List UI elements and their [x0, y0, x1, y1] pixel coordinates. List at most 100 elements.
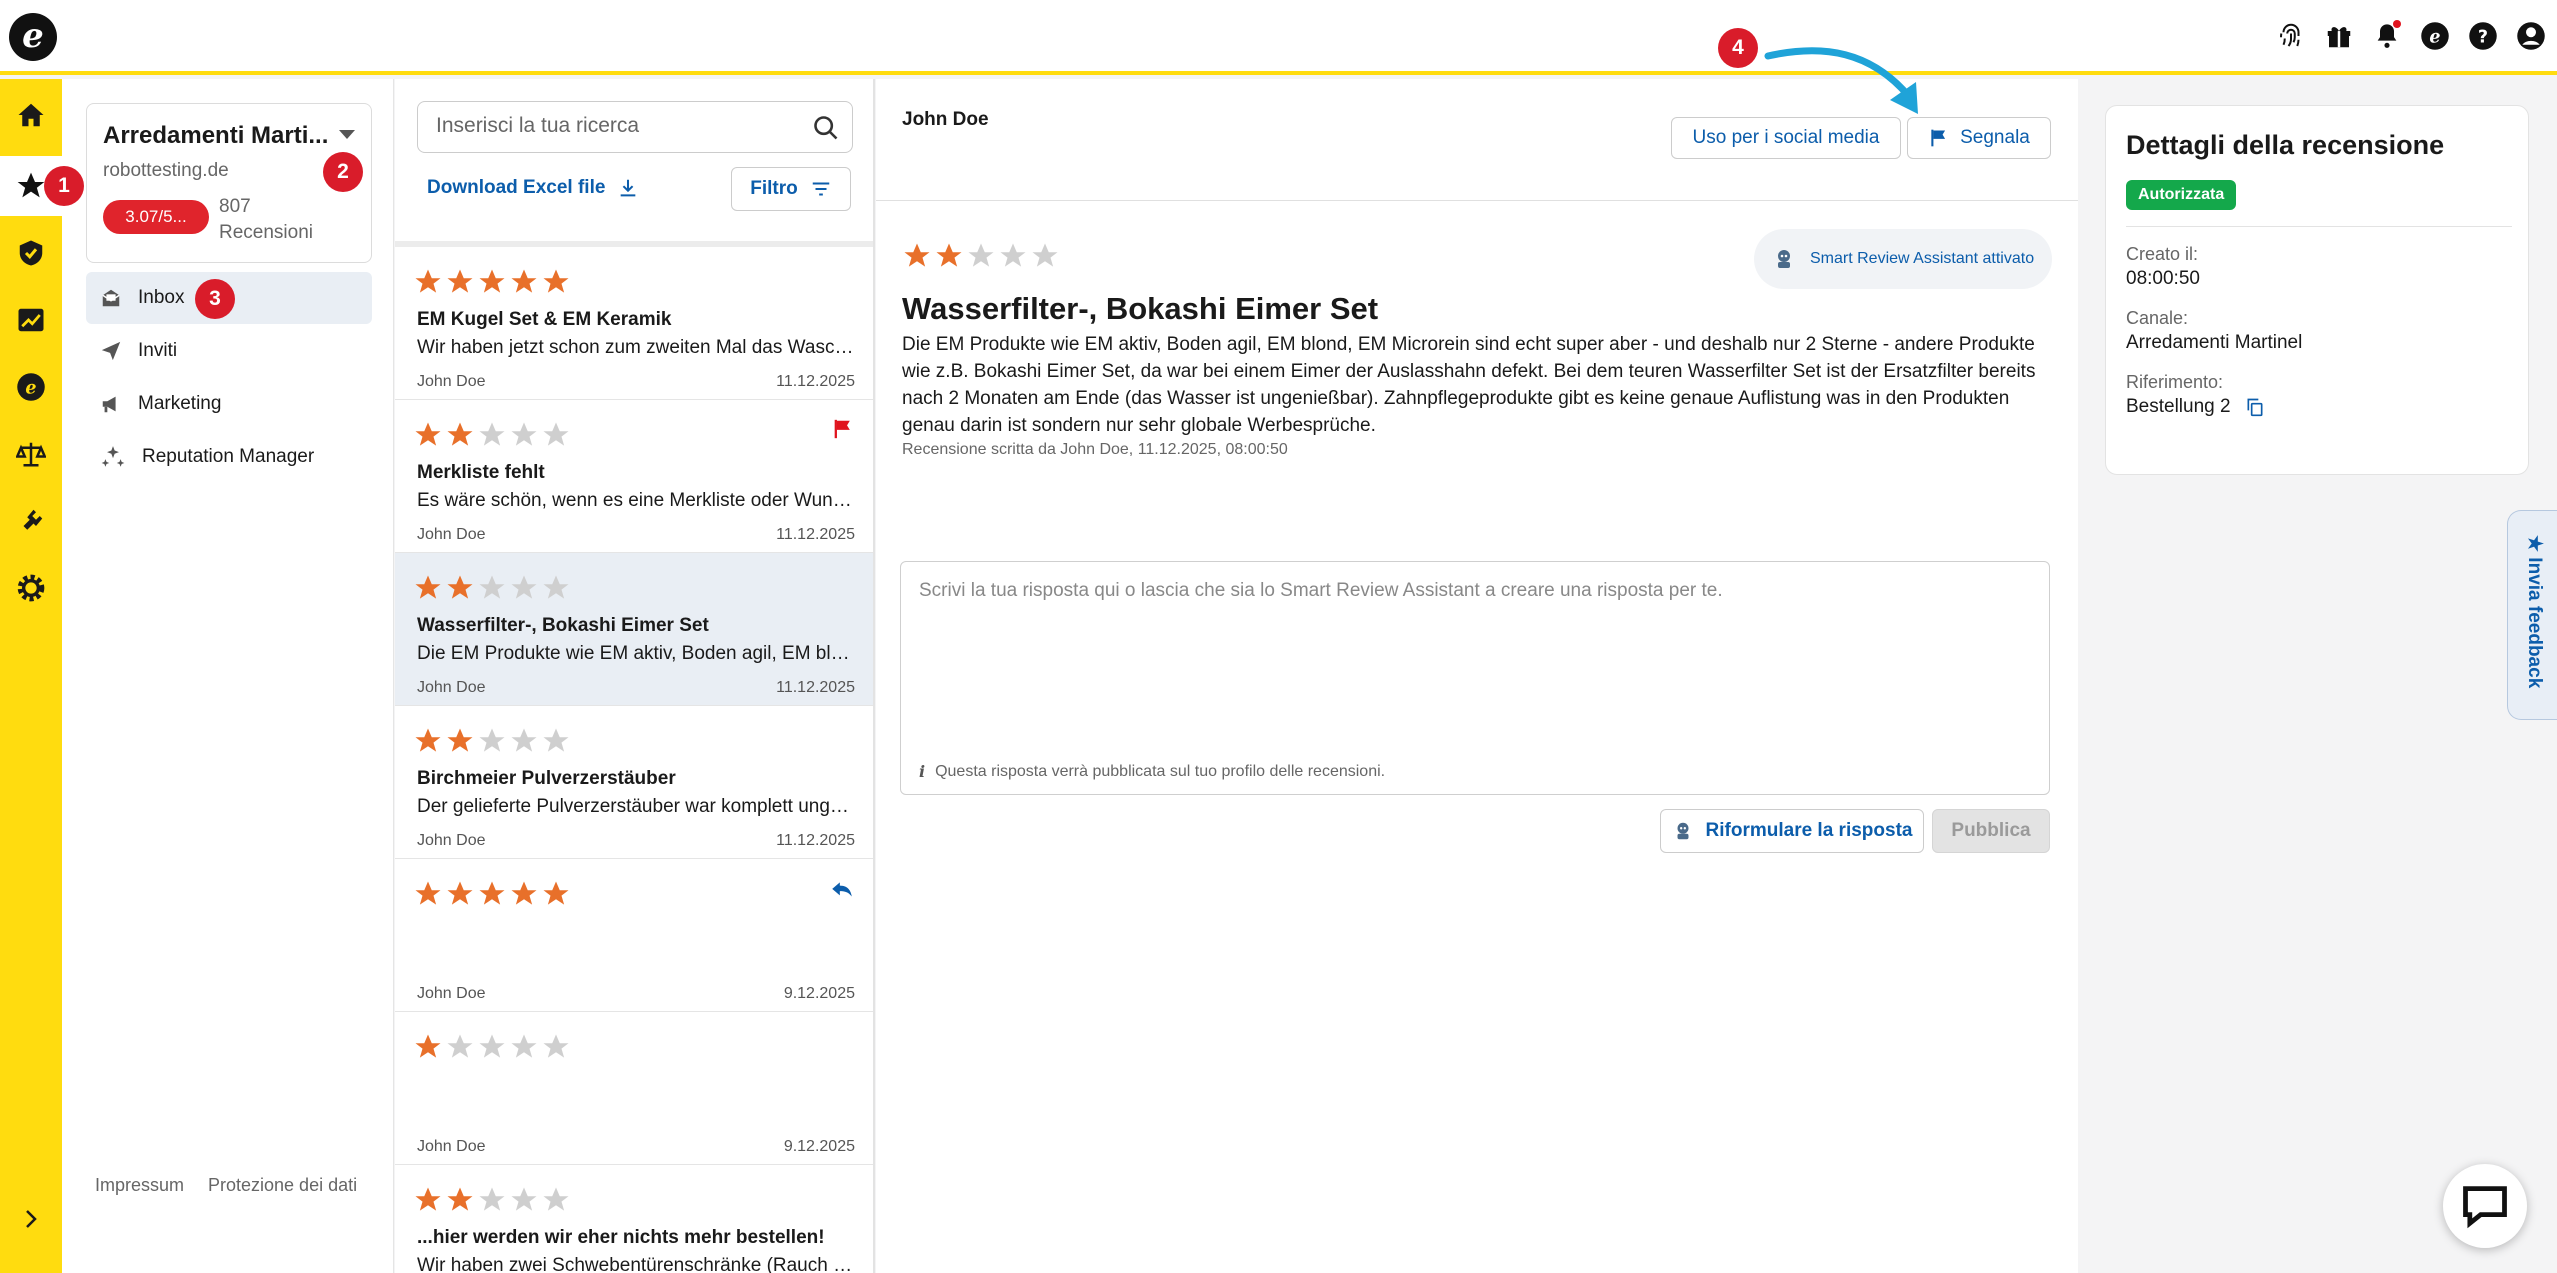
account-icon[interactable] [2515, 20, 2547, 52]
star-empty-icon [541, 575, 573, 607]
review-item-title: ...hier werden wir eher nichts mehr best… [417, 1227, 825, 1248]
etrusted-logo[interactable]: e [9, 13, 57, 61]
score-badge: 3.07/5... [103, 200, 209, 234]
review-list-item[interactable]: Birchmeier Pulverzerstäuber Der geliefert… [395, 706, 873, 859]
review-list-item[interactable]: Merkliste fehlt Es wäre schön, wenn es ei… [395, 400, 873, 553]
svg-text:e: e [25, 378, 36, 398]
fingerprint-icon[interactable] [2275, 20, 2307, 52]
etrusted-icon[interactable]: e [0, 357, 62, 417]
etrusted-icon[interactable]: e [2419, 20, 2451, 52]
annotation-badge-4: 4 [1718, 28, 1758, 68]
privacy-link[interactable]: Protezione dei dati [208, 1169, 358, 1201]
chat-bubble-button[interactable] [2443, 1164, 2527, 1248]
review-details-card: Dettagli della recensione Autorizzata Cr… [2105, 105, 2529, 475]
channel-value: Arredamenti Martinel [2126, 332, 2303, 353]
reply-box: i Questa risposta verrà pubblicata sul t… [900, 561, 2050, 795]
help-icon[interactable]: ? [2467, 20, 2499, 52]
review-item-title: Wasserfilter-, Bokashi Eimer Set [417, 615, 709, 636]
review-list: EM Kugel Set & EM Keramik Wir haben jetzt… [395, 247, 873, 1273]
review-item-date: 11.12.2025 [776, 373, 855, 390]
nav-item-label: Reputation Manager [142, 446, 315, 467]
rephrase-button[interactable]: Riformulare la risposta [1660, 809, 1924, 853]
review-item-title: Merkliste fehlt [417, 462, 545, 483]
rating-stars [413, 420, 573, 455]
search-icon[interactable] [812, 114, 840, 142]
account-domain: robottesting.de [103, 160, 229, 181]
star-filled-icon [477, 269, 509, 301]
search-input[interactable] [436, 114, 796, 138]
filter-label: Filtro [750, 178, 798, 199]
plugin-icon[interactable] [0, 491, 62, 551]
flag-icon [1931, 129, 1946, 147]
reply-input[interactable] [919, 580, 2029, 730]
social-media-button-label: Uso per i social media [1692, 127, 1880, 148]
send-icon [101, 341, 121, 361]
impressum-link[interactable]: Impressum [95, 1169, 184, 1201]
copy-icon[interactable] [2245, 397, 2265, 417]
star-filled-icon [445, 881, 477, 913]
star-filled-icon [413, 728, 445, 760]
chat-icon [2463, 1186, 2507, 1229]
channel-label: Canale: [2126, 308, 2189, 328]
review-item-title: EM Kugel Set & EM Keramik [417, 309, 672, 330]
reply-icon [829, 877, 855, 908]
nav-item-marketing[interactable]: Marketing [86, 378, 372, 430]
review-title: Wasserfilter-, Bokashi Eimer Set [902, 291, 1379, 326]
created-label: Creato il: [2126, 244, 2199, 264]
reply-hint: i Questa risposta verrà pubblicata sul t… [919, 762, 1385, 781]
review-list-item[interactable]: John Doe 9.12.2025 [395, 1012, 873, 1165]
robot-icon [1677, 822, 1689, 840]
filter-icon [812, 182, 829, 196]
review-list-item[interactable]: ...hier werden wir eher nichts mehr best… [395, 1165, 873, 1273]
star-filled-icon [413, 422, 445, 454]
star-empty-icon [541, 1187, 573, 1219]
review-list-pane: Download Excel file Filtro EM Kugel Set … [395, 79, 875, 1273]
gift-icon[interactable] [2323, 20, 2355, 52]
review-list-item[interactable]: EM Kugel Set & EM Keramik Wir haben jetzt… [395, 247, 873, 400]
filter-button[interactable]: Filtro [731, 167, 851, 211]
analytics-icon[interactable] [0, 290, 62, 350]
divider [2126, 226, 2512, 227]
reference-label: Riferimento: [2126, 372, 2224, 392]
rating-stars [413, 726, 573, 761]
shield-icon[interactable] [0, 223, 62, 283]
feedback-label: ★ Invia feedback [2524, 535, 2545, 689]
review-list-item[interactable]: John Doe 9.12.2025 [395, 859, 873, 1012]
detail-author: John Doe [902, 109, 989, 130]
review-details-title: Dettagli della recensione [2126, 130, 2445, 160]
expand-sidebar-icon[interactable] [0, 1189, 62, 1249]
rating-stars [413, 1185, 573, 1220]
info-icon: i [919, 762, 926, 781]
bell-icon[interactable] [2371, 20, 2403, 52]
star-filled-icon [413, 1187, 445, 1219]
notification-dot [2393, 20, 2401, 28]
star-filled-icon [477, 881, 509, 913]
feedback-tab[interactable]: ★ Invia feedback [2507, 510, 2557, 720]
robot-icon [1778, 250, 1790, 268]
review-text: Die EM Produkte wie EM aktiv, Boden agil… [902, 334, 2036, 436]
annotation-badge-3: 3 [195, 279, 235, 319]
status-badge: Autorizzata [2126, 180, 2237, 210]
chevron-down-icon[interactable] [339, 130, 355, 139]
review-item-date: 9.12.2025 [783, 985, 855, 1002]
publish-button[interactable]: Pubblica [1932, 809, 2050, 853]
star-empty-icon [509, 422, 541, 454]
star-filled-icon [541, 269, 573, 301]
flag-icon [831, 418, 853, 445]
nav-item-reputation-manager[interactable]: Reputation Manager [86, 431, 372, 483]
home-icon[interactable] [0, 85, 62, 145]
download-excel-link[interactable]: Download Excel file [427, 177, 639, 199]
star-empty-icon [477, 422, 509, 454]
review-item-date: 11.12.2025 [776, 679, 855, 696]
review-item-author: John Doe [417, 1138, 486, 1155]
nav-item-inviti[interactable]: Inviti [86, 325, 372, 377]
review-list-item[interactable]: Wasserfilter-, Bokashi Eimer Set Die EM P… [395, 553, 873, 706]
created-value: 08:00:50 [2126, 268, 2200, 289]
reply-hint-text: Questa risposta verrà pubblicata sul tuo… [935, 762, 1386, 780]
sparkle-icon [101, 446, 125, 467]
star-filled-icon [413, 881, 445, 913]
star-empty-icon [445, 1034, 477, 1066]
star-filled-icon [445, 575, 477, 607]
settings-icon[interactable] [0, 558, 62, 618]
legal-icon[interactable] [0, 424, 62, 484]
